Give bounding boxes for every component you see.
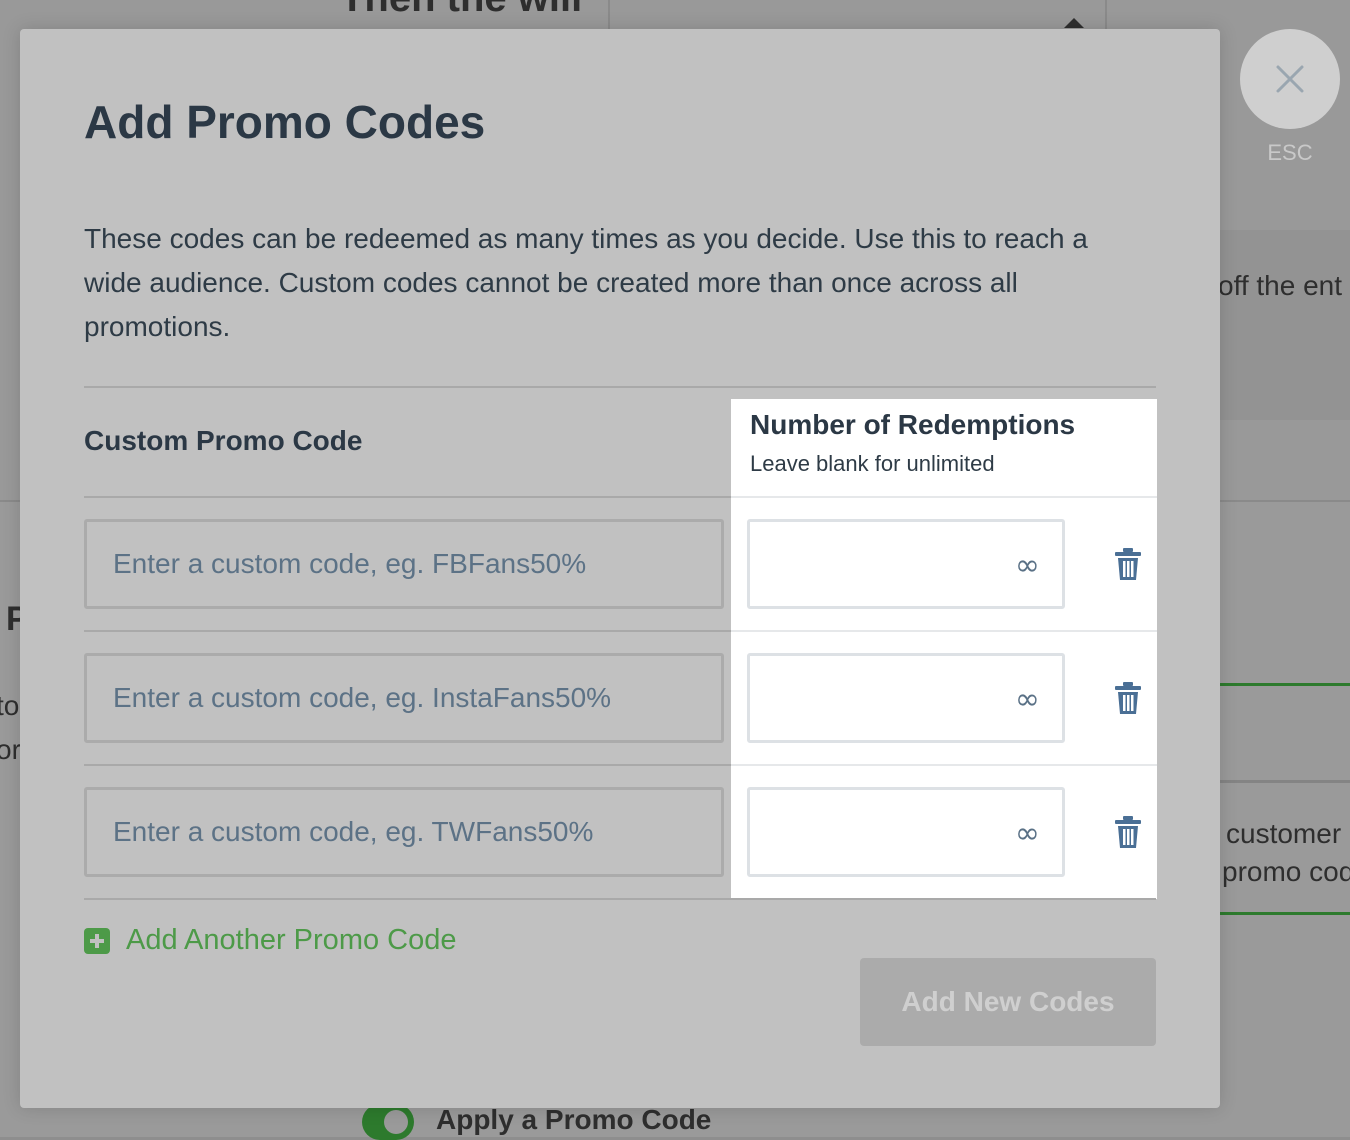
divider	[84, 764, 731, 766]
close-shortcut-label: ESC	[1267, 140, 1313, 165]
redemptions-input[interactable]	[750, 522, 1006, 606]
background-text: or	[0, 734, 21, 765]
divider	[84, 630, 731, 632]
background-text: customer	[1226, 818, 1342, 849]
divider	[731, 496, 1157, 498]
redemptions-input[interactable]	[750, 656, 1006, 740]
background-panel	[1220, 230, 1350, 420]
infinity-icon: ∞	[1015, 548, 1040, 583]
close-icon	[1276, 65, 1304, 93]
add-promo-codes-modal: Add Promo Codes These codes can be redee…	[20, 29, 1220, 1108]
infinity-icon: ∞	[1015, 682, 1040, 717]
redemptions-header: Number of Redemptions	[750, 409, 1076, 440]
custom-code-input[interactable]	[84, 787, 724, 877]
divider	[84, 386, 1156, 388]
redemptions-field[interactable]: ∞	[747, 787, 1065, 877]
divider	[84, 898, 1156, 900]
plus-icon	[84, 927, 110, 954]
apply-promo-toggle	[362, 1104, 414, 1140]
background-divider	[1220, 912, 1350, 915]
background-text: to	[0, 690, 20, 721]
add-another-label: Add Another Promo Code	[126, 924, 457, 956]
divider	[731, 630, 1157, 632]
toggle-knob	[384, 1110, 408, 1134]
redemptions-input[interactable]	[750, 790, 1006, 874]
sort-arrow-icon	[1064, 18, 1084, 28]
background-text: off the ent	[1218, 270, 1343, 301]
redemptions-field[interactable]: ∞	[747, 653, 1065, 743]
custom-promo-code-header: Custom Promo Code	[84, 425, 363, 456]
trash-icon[interactable]	[1113, 681, 1143, 715]
apply-promo-label: Apply a Promo Code	[436, 1104, 712, 1135]
add-new-codes-button[interactable]: Add New Codes	[860, 958, 1156, 1046]
redemptions-column: Number of Redemptions Leave blank for un…	[731, 399, 1157, 899]
redemptions-field[interactable]: ∞	[747, 519, 1065, 609]
trash-icon[interactable]	[1113, 547, 1143, 581]
trash-icon[interactable]	[1113, 815, 1143, 849]
background-text: promo cod	[1222, 856, 1350, 887]
divider	[84, 496, 731, 498]
redemptions-subheader: Leave blank for unlimited	[750, 451, 995, 476]
add-another-promo-code-link[interactable]: Add Another Promo Code	[84, 924, 456, 957]
background-divider	[1220, 683, 1350, 686]
modal-title: Add Promo Codes	[84, 96, 486, 148]
divider	[731, 764, 1157, 766]
close-button[interactable]	[1240, 29, 1340, 129]
modal-description: These codes can be redeemed as many time…	[84, 223, 1088, 342]
infinity-icon: ∞	[1015, 816, 1040, 851]
background-divider	[1220, 780, 1350, 783]
custom-code-input[interactable]	[84, 519, 724, 609]
background-heading: Then the will	[340, 0, 582, 21]
custom-code-input[interactable]	[84, 653, 724, 743]
